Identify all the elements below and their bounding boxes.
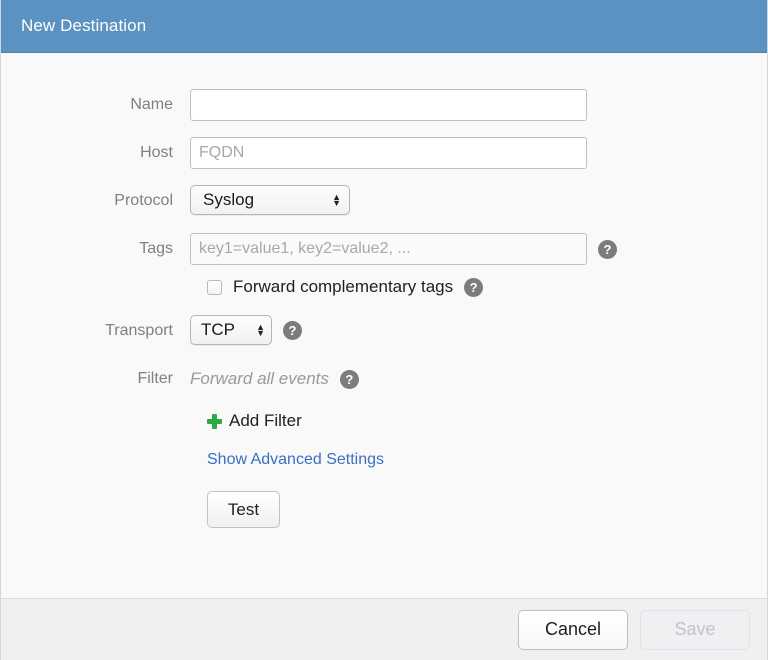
host-label: Host bbox=[1, 137, 190, 169]
help-icon-tags[interactable]: ? bbox=[598, 240, 617, 259]
modal-header: New Destination bbox=[1, 0, 767, 53]
test-button[interactable]: Test bbox=[207, 491, 280, 528]
host-input[interactable] bbox=[190, 137, 587, 169]
form-row-host: Host bbox=[1, 137, 767, 169]
form-row-name: Name bbox=[1, 89, 767, 121]
protocol-control: Syslog bbox=[190, 185, 350, 215]
protocol-selected-value: Syslog bbox=[203, 190, 254, 210]
transport-control: TCP ? bbox=[190, 315, 302, 345]
forward-complementary-tags-label: Forward complementary tags bbox=[233, 277, 453, 297]
form-row-transport: Transport TCP ? bbox=[1, 315, 767, 347]
test-row: Test bbox=[207, 491, 767, 528]
help-icon-transport[interactable]: ? bbox=[283, 321, 302, 340]
save-button[interactable]: Save bbox=[640, 610, 750, 650]
page-title: New Destination bbox=[21, 16, 146, 36]
form-row-protocol: Protocol Syslog bbox=[1, 185, 767, 217]
tags-input[interactable] bbox=[190, 233, 587, 265]
forward-complementary-tags-row: Forward complementary tags ? bbox=[207, 277, 767, 297]
transport-select[interactable]: TCP bbox=[190, 315, 272, 345]
tags-label: Tags bbox=[1, 233, 190, 265]
help-icon-filter[interactable]: ? bbox=[340, 370, 359, 389]
name-label: Name bbox=[1, 89, 190, 121]
filter-value: Forward all events bbox=[190, 363, 329, 395]
host-control bbox=[190, 137, 587, 169]
protocol-label: Protocol bbox=[1, 185, 190, 217]
show-advanced-settings-link[interactable]: Show Advanced Settings bbox=[207, 451, 384, 469]
add-filter-label: Add Filter bbox=[229, 411, 302, 431]
add-filter-button[interactable]: Add Filter bbox=[207, 411, 302, 431]
modal-body: Name Host Protocol Syslog bbox=[1, 53, 767, 598]
transport-label: Transport bbox=[1, 315, 190, 347]
name-input[interactable] bbox=[190, 89, 587, 121]
tags-control: ? bbox=[190, 233, 617, 265]
protocol-select[interactable]: Syslog bbox=[190, 185, 350, 215]
form-row-tags: Tags ? bbox=[1, 233, 767, 265]
form-row-filter: Filter Forward all events ? bbox=[1, 363, 767, 395]
name-control bbox=[190, 89, 587, 121]
transport-selected-value: TCP bbox=[201, 320, 235, 340]
chevron-down-icon bbox=[332, 200, 341, 206]
chevron-down-icon-transport bbox=[256, 330, 265, 336]
filter-control: Forward all events ? bbox=[190, 363, 359, 395]
new-destination-modal: New Destination Name Host Protocol Syslo… bbox=[0, 0, 768, 660]
plus-icon bbox=[207, 414, 222, 429]
cancel-button[interactable]: Cancel bbox=[518, 610, 628, 650]
modal-footer: Cancel Save bbox=[1, 598, 767, 660]
chevron-updown-icon bbox=[332, 194, 341, 206]
forward-complementary-tags-checkbox[interactable] bbox=[207, 280, 222, 295]
help-icon-forward-complementary-tags[interactable]: ? bbox=[464, 278, 483, 297]
filter-label: Filter bbox=[1, 363, 190, 395]
chevron-updown-icon-transport bbox=[256, 324, 265, 336]
